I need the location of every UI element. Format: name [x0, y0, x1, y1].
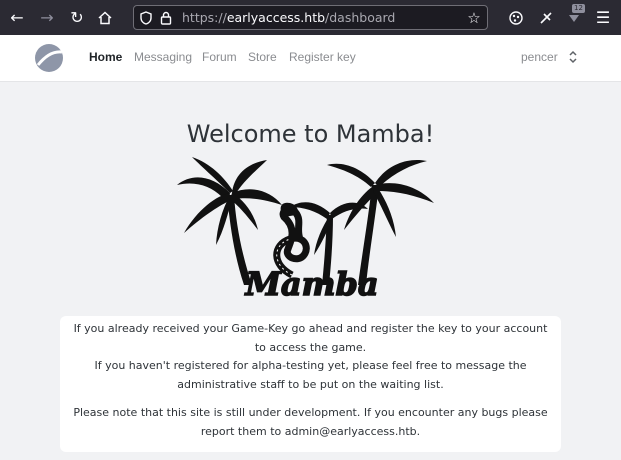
reload-icon[interactable]: ↻: [66, 7, 88, 29]
notice-paragraph: Please note that this site is still unde…: [73, 406, 548, 438]
url-prefix: https://: [182, 10, 227, 25]
user-menu[interactable]: pencer: [521, 50, 558, 64]
nav-messaging[interactable]: Messaging: [134, 50, 192, 64]
mamba-logo-image: Mamba: [177, 157, 434, 304]
hamburger-menu-icon[interactable]: ☰: [592, 7, 614, 29]
url-host: earlyaccess.htb: [226, 10, 326, 25]
puzzle-icon[interactable]: [535, 7, 557, 29]
arrow-left-icon[interactable]: ←: [6, 7, 28, 29]
arrow-right-icon[interactable]: →: [36, 7, 58, 29]
nav-store[interactable]: Store: [248, 50, 277, 64]
site-navbar: Home Messaging Forum Store Register key …: [0, 35, 621, 82]
nav-register-key[interactable]: Register key: [289, 50, 356, 64]
url-text: https://earlyaccess.htb/dashboard: [182, 10, 395, 25]
lock-icon[interactable]: [160, 11, 172, 25]
notification-badge: 12: [572, 4, 585, 13]
chevron-updown-icon[interactable]: [568, 49, 578, 65]
nav-forum[interactable]: Forum: [202, 50, 237, 64]
page-title: Welcome to Mamba!: [186, 120, 435, 148]
url-path: /dashboard: [325, 10, 396, 25]
logo-text: Mamba: [244, 265, 378, 303]
info-card: If you already received your Game-Key go…: [60, 316, 561, 452]
intro-paragraph: If you already received your Game-Key go…: [73, 322, 548, 391]
site-logo[interactable]: [34, 43, 64, 73]
browser-toolbar: ← → ↻ https://earlyaccess.htb/dashboard …: [0, 0, 621, 35]
extension-icon[interactable]: [505, 7, 527, 29]
nav-home[interactable]: Home: [89, 50, 122, 64]
home-icon[interactable]: [94, 7, 116, 29]
star-icon[interactable]: ☆: [463, 7, 485, 29]
url-bar[interactable]: https://earlyaccess.htb/dashboard: [133, 5, 488, 30]
shield-icon[interactable]: [140, 11, 152, 25]
